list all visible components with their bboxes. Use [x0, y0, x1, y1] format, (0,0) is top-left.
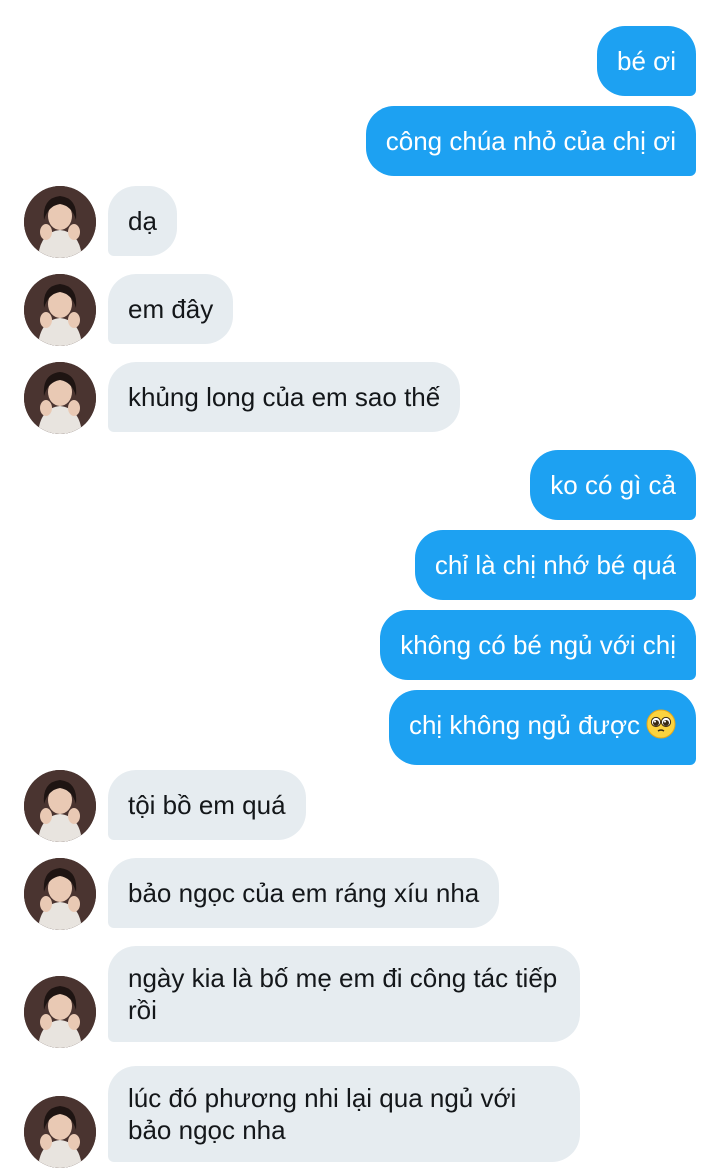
message-text: ko có gì cả: [550, 470, 676, 500]
outgoing-message-bubble[interactable]: công chúa nhỏ của chị ơi: [365, 106, 696, 176]
message-text: không có bé ngủ với chị: [400, 630, 676, 660]
incoming-message-bubble[interactable]: dạ: [108, 186, 177, 256]
incoming-message-bubble[interactable]: lúc đó phương nhi lại qua ngủ với bảo ng…: [108, 1066, 580, 1162]
avatar[interactable]: [24, 770, 96, 842]
incoming-message-bubble[interactable]: em đây: [108, 274, 234, 344]
avatar[interactable]: [24, 274, 96, 346]
avatar[interactable]: [24, 362, 96, 434]
pleading-face-icon: [646, 709, 676, 746]
message-text: khủng long của em sao thế: [128, 382, 441, 412]
outgoing-message-bubble[interactable]: chị không ngủ được: [388, 690, 696, 765]
outgoing-message-bubble[interactable]: bé ơi: [597, 26, 696, 96]
avatar[interactable]: [24, 858, 96, 930]
chat-thread[interactable]: bé ơi công chúa nhỏ của chị ơi dạ em đây…: [0, 0, 720, 1175]
message-text: dạ: [128, 206, 157, 236]
message-text: chị không ngủ được: [408, 710, 640, 740]
outgoing-message-bubble[interactable]: ko có gì cả: [530, 450, 696, 520]
message-text: tội bồ em quá: [128, 790, 286, 820]
incoming-message-bubble[interactable]: khủng long của em sao thế: [108, 362, 461, 432]
message-text: em đây: [128, 294, 214, 324]
avatar[interactable]: [24, 976, 96, 1048]
incoming-message-bubble[interactable]: tội bồ em quá: [108, 770, 306, 840]
message-text: chỉ là chị nhớ bé quá: [434, 550, 676, 580]
message-text: bé ơi: [617, 46, 676, 76]
incoming-message-bubble[interactable]: bảo ngọc của em ráng xíu nha: [108, 858, 500, 928]
avatar[interactable]: [24, 186, 96, 258]
message-text: lúc đó phương nhi lại qua ngủ với bảo ng…: [128, 1083, 517, 1145]
incoming-message-bubble[interactable]: ngày kia là bố mẹ em đi công tác tiếp rồ…: [108, 946, 580, 1042]
message-text: bảo ngọc của em ráng xíu nha: [128, 878, 480, 908]
outgoing-message-bubble[interactable]: chỉ là chị nhớ bé quá: [414, 530, 696, 600]
avatar[interactable]: [24, 1096, 96, 1168]
outgoing-message-bubble[interactable]: không có bé ngủ với chị: [380, 610, 696, 680]
message-text: ngày kia là bố mẹ em đi công tác tiếp rồ…: [128, 963, 558, 1025]
message-text: công chúa nhỏ của chị ơi: [385, 126, 676, 156]
